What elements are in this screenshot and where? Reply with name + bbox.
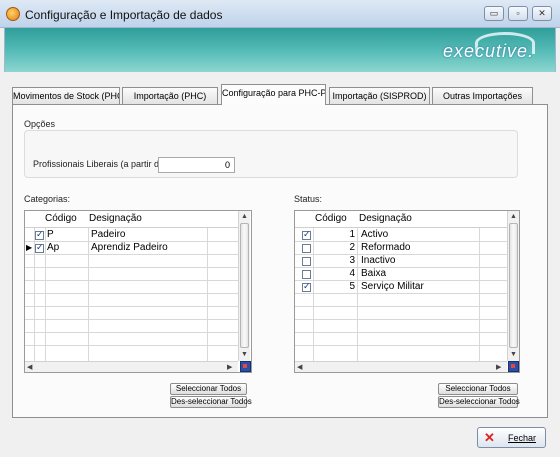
app-icon (6, 7, 20, 21)
status-vscroll[interactable]: ▲ ▼ (507, 211, 519, 361)
row-codigo: 2 (349, 242, 355, 253)
row-checkbox[interactable] (302, 281, 311, 293)
tab-outras-importacoes[interactable]: Outras Importações (432, 87, 533, 104)
scroll-thumb[interactable] (240, 223, 249, 348)
status-col-designacao[interactable]: Designação (359, 213, 412, 224)
table-row[interactable]: ▶ Ap Aprendiz Padeiro (25, 242, 238, 255)
table-row[interactable]: P Padeiro (25, 229, 238, 242)
header-banner: executive. (4, 28, 556, 72)
scroll-right-icon[interactable]: ▶ (496, 363, 501, 371)
categorias-header: Código Designação (25, 211, 238, 228)
row-checkbox[interactable] (35, 229, 44, 241)
scroll-up-icon[interactable]: ▲ (508, 212, 519, 222)
status-select-all-button[interactable]: Seleccionar Todos (438, 383, 518, 395)
current-row-arrow-icon: ▶ (26, 243, 33, 252)
fechar-label: Fechar (508, 433, 537, 443)
fechar-button[interactable]: ✕ Fechar (477, 427, 546, 448)
scroll-left-icon[interactable]: ◀ (27, 363, 32, 371)
close-window-button[interactable]: ✕ (532, 6, 552, 21)
categorias-grid: Código Designação P Padeiro ▶ Ap Aprendi… (24, 210, 252, 373)
minimize-button[interactable]: ▭ (484, 6, 504, 21)
status-hscroll[interactable]: ◀ ▶ (295, 361, 507, 372)
brand-logo: executive. (443, 41, 535, 61)
row-codigo: P (47, 229, 54, 240)
row-checkbox[interactable] (302, 244, 311, 253)
categorias-hscroll[interactable]: ◀ ▶ (25, 361, 238, 372)
status-header: Código Designação (295, 211, 507, 228)
title-bar: Configuração e Importação de dados ▭ ▫ ✕ (0, 0, 560, 28)
categorias-col-codigo[interactable]: Código (45, 213, 77, 224)
maximize-button[interactable]: ▫ (508, 6, 528, 21)
scroll-up-icon[interactable]: ▲ (239, 212, 250, 222)
grid-options-icon[interactable] (240, 361, 251, 372)
grid-options-icon[interactable] (508, 361, 519, 372)
row-checkbox[interactable] (302, 229, 311, 241)
options-heading: Opções (24, 119, 56, 129)
row-designacao: Activo (361, 229, 389, 240)
window-title: Configuração e Importação de dados (25, 8, 223, 22)
categorias-col-designacao[interactable]: Designação (89, 213, 142, 224)
categorias-vscroll[interactable]: ▲ ▼ (238, 211, 250, 361)
categorias-heading: Categorias: (24, 194, 71, 204)
tab-movimentos-stock[interactable]: Movimentos de Stock (PHC) (12, 87, 120, 104)
row-designacao: Inactivo (361, 255, 396, 266)
row-codigo: 3 (349, 255, 355, 266)
scroll-left-icon[interactable]: ◀ (297, 363, 302, 371)
status-col-codigo[interactable]: Código (315, 213, 347, 224)
scroll-thumb[interactable] (509, 223, 518, 348)
row-designacao: Aprendiz Padeiro (91, 242, 168, 253)
options-group (24, 130, 518, 178)
tab-configuracao-phc-pes[interactable]: Configuração para PHC-Pes (221, 84, 326, 105)
close-icon: ✕ (484, 430, 495, 445)
row-designacao: Baixa (361, 268, 387, 279)
table-row[interactable]: 5 Serviço Militar (295, 281, 507, 294)
scroll-down-icon[interactable]: ▼ (508, 350, 519, 360)
row-codigo: 4 (349, 268, 355, 279)
row-designacao: Reformado (361, 242, 411, 253)
row-checkbox[interactable] (35, 242, 44, 254)
tab-importacao-phc[interactable]: Importação (PHC) (122, 87, 218, 104)
table-row[interactable]: 4 Baixa (295, 268, 507, 281)
row-codigo: 5 (349, 281, 355, 292)
status-grid: Código Designação 1 Activo 2 Reformado 3… (294, 210, 520, 373)
table-row[interactable]: 1 Activo (295, 229, 507, 242)
row-checkbox[interactable] (302, 270, 311, 279)
liberais-label: Profissionais Liberais (a partir de): (33, 159, 170, 169)
row-codigo: Ap (47, 242, 60, 253)
liberais-input[interactable]: 0 (158, 157, 235, 173)
scroll-right-icon[interactable]: ▶ (227, 363, 232, 371)
table-row[interactable]: 2 Reformado (295, 242, 507, 255)
categorias-select-all-button[interactable]: Seleccionar Todos (170, 383, 247, 395)
tab-importacao-sisprod[interactable]: Importação (SISPROD) (329, 87, 430, 104)
row-designacao: Padeiro (91, 229, 126, 240)
categorias-deselect-all-button[interactable]: Des-seleccionar Todos (170, 396, 252, 408)
row-codigo: 1 (349, 229, 355, 240)
row-designacao: Serviço Militar (361, 281, 424, 292)
status-heading: Status: (294, 194, 323, 204)
row-checkbox[interactable] (302, 257, 311, 266)
status-deselect-all-button[interactable]: Des-seleccionar Todos (438, 396, 520, 408)
table-row[interactable]: 3 Inactivo (295, 255, 507, 268)
scroll-down-icon[interactable]: ▼ (239, 350, 250, 360)
